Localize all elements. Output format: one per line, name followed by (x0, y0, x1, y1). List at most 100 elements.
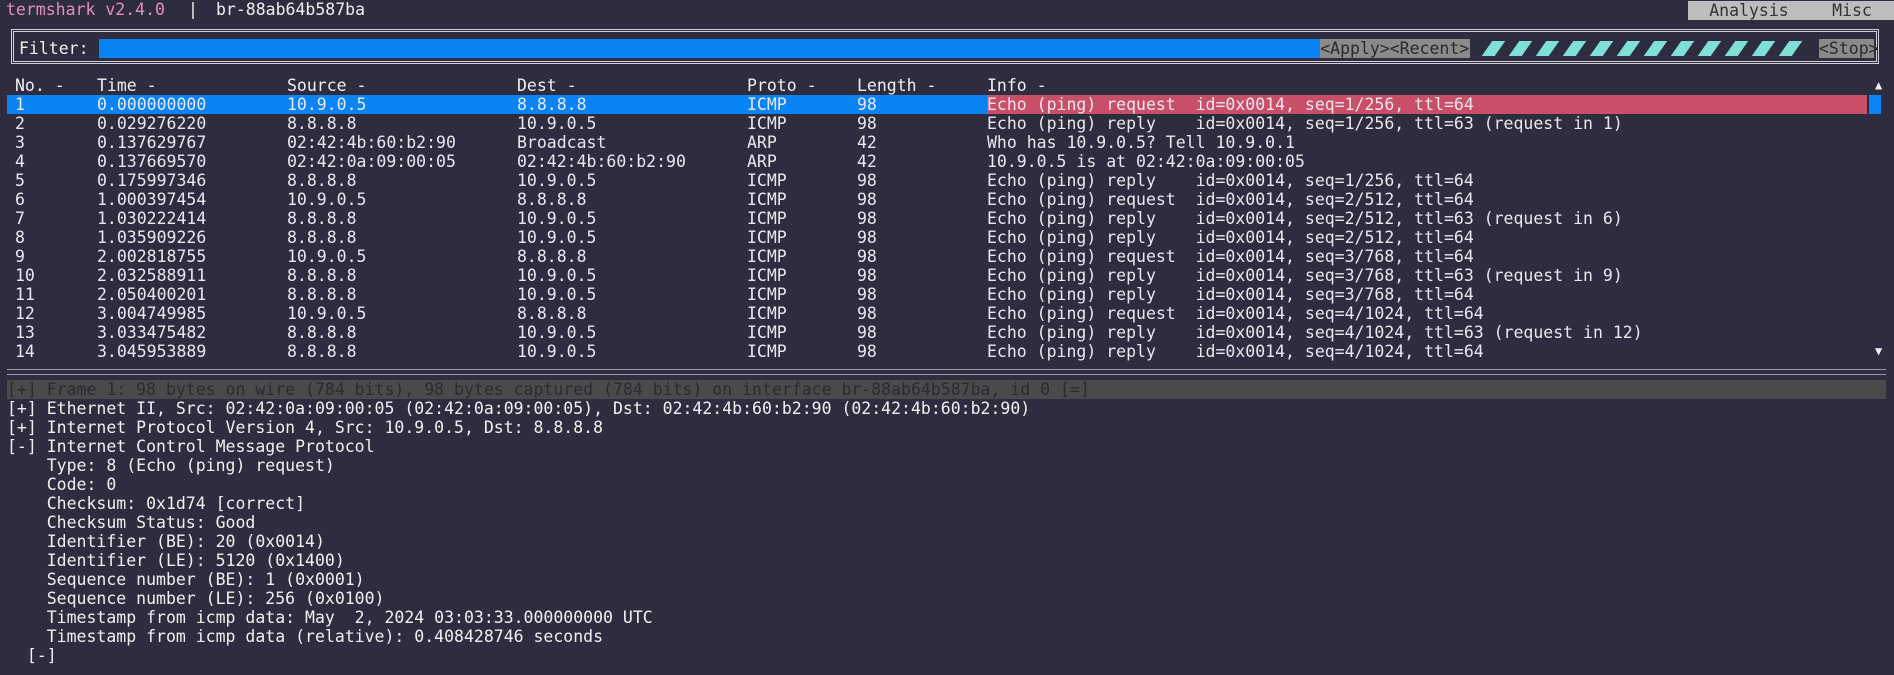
packet-cell-dest: 02:42:4b:60:b2:90 (517, 152, 686, 171)
packet-cell-source: 10.9.0.5 (287, 190, 367, 209)
packet-row[interactable]: 3 0.137629767 02:42:4b:60:b2:90 Broadcast AR… (7, 133, 1866, 152)
packet-cell-info: Echo (ping) request id=0x0014, seq=3/768… (987, 247, 1474, 266)
packet-cell-time: 1.030222414 (97, 209, 207, 228)
detail-line[interactable]: [-] Internet Control Message Protocol (7, 437, 375, 456)
packet-cell-no: 12 (15, 304, 35, 323)
header-col-dest[interactable]: Dest - (517, 76, 577, 95)
detail-line: Sequence number (LE): 256 (0x0100) (7, 589, 385, 608)
header-col-length[interactable]: Length - (857, 76, 936, 95)
packet-cell-proto: ICMP (747, 247, 787, 266)
packet-cell-source: 8.8.8.8 (287, 171, 357, 190)
scrollbar-thumb[interactable] (1869, 95, 1881, 114)
packet-cell-proto: ICMP (747, 95, 787, 114)
detail-line: Checksum Status: Good (7, 513, 256, 532)
packet-row[interactable]: 9 2.002818755 10.9.0.5 8.8.8.8 ICMP 98 Echo (p… (7, 247, 1866, 266)
packet-cell-length: 98 (857, 228, 877, 247)
header-col-proto[interactable]: Proto - (747, 76, 817, 95)
interface-name: br-88ab64b587ba (216, 0, 366, 19)
packet-cell-length: 98 (857, 342, 877, 361)
packet-row[interactable]: 4 0.137669570 02:42:0a:09:00:05 02:42:4b:60… (7, 152, 1866, 171)
stop-button[interactable]: <Stop> (1819, 39, 1879, 58)
scroll-up-arrow-icon[interactable]: ▲ (1875, 76, 1882, 95)
packet-cell-info: Echo (ping) request id=0x0014, seq=4/102… (987, 304, 1484, 323)
packet-cell-proto: ARP (747, 133, 777, 152)
packet-cell-info: Echo (ping) reply id=0x0014, seq=4/1024,… (987, 323, 1643, 342)
detail-line[interactable]: [+] Internet Protocol Version 4, Src: 10… (7, 418, 603, 437)
filter-label: Filter: (19, 39, 89, 58)
filter-input[interactable] (99, 39, 1320, 58)
detail-line: Type: 8 (Echo (ping) request) (7, 456, 335, 475)
packet-row[interactable]: 13 3.033475482 8.8.8.8 10.9.0.5 ICMP 98 Echo (… (7, 323, 1866, 342)
progress-stripe (1670, 41, 1695, 56)
recent-button[interactable]: <Recent> (1389, 39, 1470, 58)
packet-row[interactable]: 6 1.000397454 10.9.0.5 8.8.8.8 ICMP 98 Echo (p… (7, 190, 1866, 209)
menu-misc-button[interactable]: Misc (1810, 1, 1894, 20)
packet-cell-time: 0.175997346 (97, 171, 207, 190)
packet-cell-dest: 10.9.0.5 (517, 209, 597, 228)
detail-line[interactable]: [+] Ethernet II, Src: 02:42:0a:09:00:05 … (7, 399, 1030, 418)
packet-cell-proto: ICMP (747, 209, 787, 228)
progress-stripe (1589, 41, 1614, 56)
packet-cell-length: 98 (857, 247, 877, 266)
detail-line: Checksum: 0x1d74 [correct] (7, 494, 306, 513)
packet-cell-proto: ICMP (747, 171, 787, 190)
detail-frame-line[interactable]: [+] Frame 1: 98 bytes on wire (784 bits)… (7, 380, 1090, 399)
packet-cell-time: 0.137669570 (97, 152, 207, 171)
progress-stripe (1643, 41, 1668, 56)
packet-cell-source: 02:42:4b:60:b2:90 (287, 133, 456, 152)
progress-stripe (1778, 41, 1803, 56)
packet-cell-source: 8.8.8.8 (287, 285, 357, 304)
header-col-time[interactable]: Time - (97, 76, 157, 95)
packet-list[interactable]: No. - Time - Source - Dest - Proto - Length -… (0, 76, 1894, 361)
progress-stripe (1724, 41, 1749, 56)
packet-row[interactable]: 11 2.050400201 8.8.8.8 10.9.0.5 ICMP 98 Echo (… (7, 285, 1866, 304)
packet-cell-length: 98 (857, 304, 877, 323)
packet-cell-proto: ICMP (747, 323, 787, 342)
packet-cell-no: 6 (15, 190, 25, 209)
header-col-source[interactable]: Source - (287, 76, 366, 95)
packet-cell-dest: 10.9.0.5 (517, 285, 597, 304)
packet-cell-source: 8.8.8.8 (287, 209, 357, 228)
packet-cell-time: 0.137629767 (97, 133, 207, 152)
packet-row[interactable]: 7 1.030222414 8.8.8.8 10.9.0.5 ICMP 98 Echo (p… (7, 209, 1866, 228)
packet-cell-proto: ICMP (747, 114, 787, 133)
packet-row[interactable]: 1 0.000000000 10.9.0.5 8.8.8.8 ICMP 98 Echo (p… (7, 95, 1867, 114)
packet-cell-length: 42 (857, 133, 877, 152)
packet-cell-no: 13 (15, 323, 35, 342)
packet-cell-source: 8.8.8.8 (287, 114, 357, 133)
packet-cell-source: 8.8.8.8 (287, 342, 357, 361)
detail-line[interactable]: [-] (7, 646, 57, 665)
apply-button[interactable]: <Apply> (1320, 39, 1390, 58)
detail-line: Timestamp from icmp data (relative): 0.4… (7, 627, 604, 646)
packet-cell-length: 98 (857, 209, 877, 228)
scroll-down-arrow-icon[interactable]: ▼ (1875, 342, 1882, 361)
packet-cell-proto: ICMP (747, 266, 787, 285)
packet-cell-info: Echo (ping) request id=0x0014, seq=2/512… (987, 190, 1474, 209)
packet-row[interactable]: 10 2.032588911 8.8.8.8 10.9.0.5 ICMP 98 Echo (… (7, 266, 1866, 285)
packet-cell-dest: 8.8.8.8 (517, 304, 587, 323)
packet-row[interactable]: 8 1.035909226 8.8.8.8 10.9.0.5 ICMP 98 Echo (p… (7, 228, 1866, 247)
progress-stripe (1616, 41, 1641, 56)
packet-cell-time: 0.000000000 (97, 95, 207, 114)
packet-cell-info: 10.9.0.5 is at 02:42:0a:09:00:05 (987, 152, 1305, 171)
header-col-info[interactable]: Info - (987, 76, 1047, 95)
packet-cell-length: 98 (857, 95, 877, 114)
progress-stripe (1751, 41, 1776, 56)
packet-cell-source: 02:42:0a:09:00:05 (287, 152, 456, 171)
packet-cell-proto: ICMP (747, 342, 787, 361)
progress-stripe (1535, 41, 1560, 56)
menu-analysis-button[interactable]: Analysis (1688, 1, 1810, 20)
pane-divider[interactable] (7, 369, 1886, 375)
packet-cell-time: 1.000397454 (97, 190, 207, 209)
packet-cell-no: 10 (15, 266, 35, 285)
packet-row[interactable]: 12 3.004749985 10.9.0.5 8.8.8.8 ICMP 98 Echo (… (7, 304, 1866, 323)
packet-cell-no: 7 (15, 209, 25, 228)
packet-row[interactable]: 5 0.175997346 8.8.8.8 10.9.0.5 ICMP 98 Echo (p… (7, 171, 1866, 190)
header-col-no[interactable]: No. - (15, 76, 65, 95)
packet-cell-info: Echo (ping) reply id=0x0014, seq=2/512, … (987, 228, 1474, 247)
detail-line: Code: 0 (7, 475, 117, 494)
packet-row[interactable]: 14 3.045953889 8.8.8.8 10.9.0.5 ICMP 98 Echo (… (7, 342, 1866, 361)
progress-stripe (1562, 41, 1587, 56)
packet-row[interactable]: 2 0.029276220 8.8.8.8 10.9.0.5 ICMP 98 Echo (p… (7, 114, 1866, 133)
packet-cell-length: 42 (857, 152, 877, 171)
